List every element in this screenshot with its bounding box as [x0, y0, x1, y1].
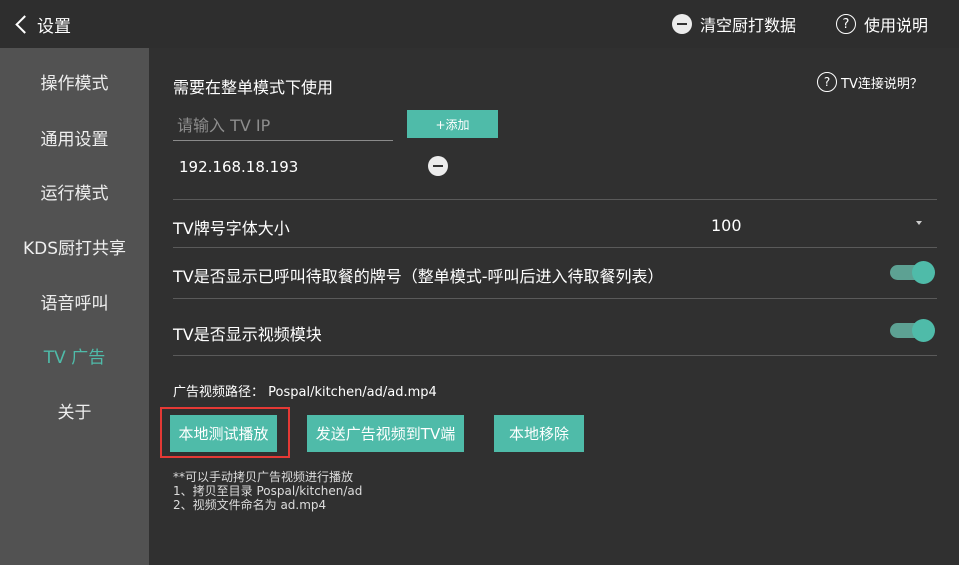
show-video-label: TV是否显示视频模块: [173, 325, 322, 344]
sidebar-item-about[interactable]: 关于: [0, 398, 149, 423]
tv-connect-help-button[interactable]: ? TV连接说明？: [817, 72, 923, 92]
sidebar-item-voice-call[interactable]: 语音呼叫: [0, 289, 149, 314]
local-test-play-button[interactable]: 本地测试播放: [170, 415, 277, 452]
sidebar-item-general-settings[interactable]: 通用设置: [0, 125, 149, 150]
note-line: 2、视频文件命名为 ad.mp4: [173, 498, 327, 512]
remove-ip-minus-icon[interactable]: [428, 156, 448, 176]
toggle-thumb: [912, 261, 935, 284]
sidebar: 操作模式 通用设置 运行模式 KDS厨打共享 语音呼叫 TV 广告 关于: [0, 48, 149, 565]
top-bar: 设置 清空厨打数据 ? 使用说明: [0, 0, 959, 48]
sidebar-item-operation-mode[interactable]: 操作模式: [0, 69, 149, 94]
show-video-toggle[interactable]: [890, 319, 935, 342]
tv-ip-input[interactable]: [173, 110, 393, 140]
main-panel: 需要在整单模式下使用 ? TV连接说明？ +添加 192.168.18.193 …: [149, 48, 959, 565]
note-line: **可以手动拷贝广告视频进行播放: [173, 470, 354, 484]
help-label: 使用说明: [864, 16, 929, 35]
sidebar-item-kds-share[interactable]: KDS厨打共享: [0, 234, 149, 259]
show-called-label: TV是否显示已呼叫待取餐的牌号（整单模式-呼叫后进入待取餐列表）: [173, 267, 664, 286]
sidebar-item-tv-ad[interactable]: TV 广告: [0, 343, 149, 368]
dropdown-arrow-icon[interactable]: [916, 221, 922, 225]
font-size-label: TV牌号字体大小: [173, 219, 290, 238]
minus-circle-icon: [672, 14, 692, 34]
question-circle-icon: ?: [836, 14, 856, 34]
show-called-toggle[interactable]: [890, 261, 935, 284]
chevron-left-icon: [15, 14, 34, 34]
send-ad-video-to-tv-button[interactable]: 发送广告视频到TV端: [307, 415, 464, 452]
note-line: 1、拷贝至目录 Pospal/kitchen/ad: [173, 484, 363, 498]
clear-label: 清空厨打数据: [700, 16, 797, 35]
ip-list-item: 192.168.18.193: [179, 158, 299, 176]
font-size-select[interactable]: 100: [711, 216, 742, 235]
tv-help-label: TV连接说明？: [841, 76, 923, 92]
question-circle-icon: ?: [817, 72, 837, 92]
back-button[interactable]: 设置: [14, 12, 71, 37]
add-ip-button[interactable]: +添加: [407, 110, 498, 138]
local-remove-button[interactable]: 本地移除: [494, 415, 584, 452]
clear-kitchen-print-data-button[interactable]: 清空厨打数据: [672, 12, 796, 36]
usage-help-button[interactable]: ? 使用说明: [836, 12, 928, 36]
section-note: 需要在整单模式下使用: [173, 78, 334, 97]
toggle-thumb: [912, 319, 935, 342]
divider: [173, 199, 937, 200]
sidebar-item-run-mode[interactable]: 运行模式: [0, 179, 149, 204]
divider: [173, 298, 937, 299]
divider: [173, 247, 937, 248]
tv-ip-field: [173, 110, 393, 141]
page-title: 设置: [37, 16, 71, 37]
divider: [173, 355, 937, 356]
video-path: 广告视频路径： Pospal/kitchen/ad/ad.mp4: [173, 385, 437, 400]
